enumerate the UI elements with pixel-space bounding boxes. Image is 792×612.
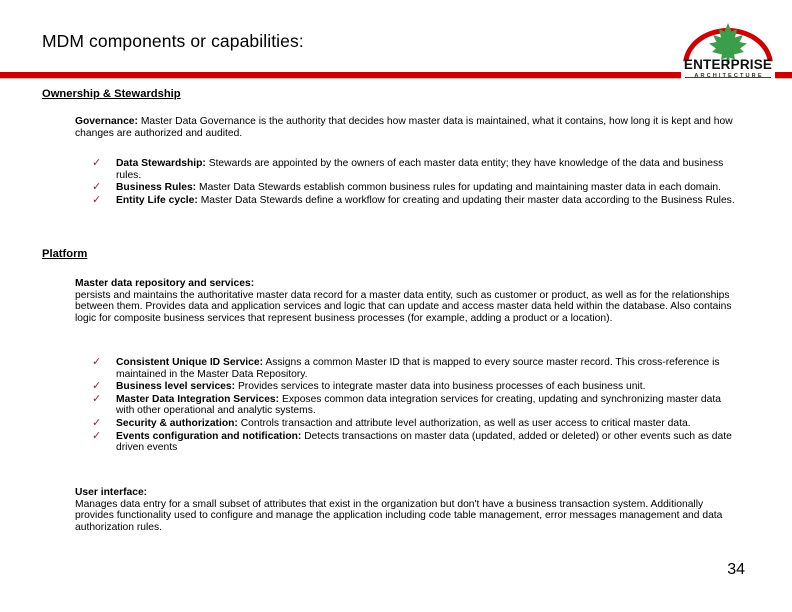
user-interface-lead: User interface: — [75, 487, 148, 498]
list-item: ✓ Events configuration and notification:… — [90, 428, 740, 454]
page-number: 34 — [727, 561, 745, 578]
logo-name: ENTERPRISE — [683, 57, 773, 72]
list-item-text: Controls transaction and attribute level… — [237, 417, 691, 429]
list-item-lead: Events configuration and notification: — [116, 430, 302, 442]
ownership-bullet-list: ✓ Data Stewardship: Stewards are appoint… — [90, 156, 740, 207]
user-interface-body: Manages data entry for a small subset of… — [75, 498, 723, 533]
list-item: ✓ Business Rules: Master Data Stewards e… — [90, 180, 740, 194]
enterprise-architecture-logo: ENTERPRISE ARCHITECTURE — [681, 18, 775, 80]
list-item-text: Master Data Stewards define a workflow f… — [197, 194, 735, 206]
page-title: MDM components or capabilities: — [42, 31, 304, 51]
header-divider-shadow — [0, 78, 792, 79]
list-item-lead: Consistent Unique ID Service: — [116, 357, 264, 368]
list-item-lead: Master Data Integration Services: — [116, 393, 280, 405]
governance-body: Master Data Governance is the authority … — [75, 116, 733, 139]
list-item-lead: Business level services: — [116, 381, 236, 393]
platform-bullet-list: ✓ Consistent Unique ID Service: Assigns … — [90, 355, 740, 455]
check-icon: ✓ — [92, 415, 102, 429]
check-icon: ✓ — [92, 428, 102, 442]
section-heading-ownership: Ownership & Stewardship — [42, 88, 181, 100]
list-item-text: Master Data Stewards establish common bu… — [196, 182, 721, 194]
repository-body: persists and maintains the authoritative… — [75, 289, 732, 324]
check-icon: ✓ — [92, 180, 102, 194]
list-item: ✓ Entity Life cycle: Master Data Steward… — [90, 192, 740, 207]
check-icon: ✓ — [92, 355, 102, 368]
list-item: ✓ Data Stewardship: Stewards are appoint… — [90, 156, 740, 181]
check-icon: ✓ — [92, 156, 102, 169]
logo-subtitle: ARCHITECTURE — [694, 73, 764, 79]
list-item-text: Stewards are appointed by the owners of … — [116, 158, 724, 181]
check-icon: ✓ — [92, 379, 102, 393]
list-item-text: Provides services to integrate master da… — [235, 381, 646, 393]
list-item-lead: Entity Life cycle: — [116, 194, 198, 206]
section-heading-platform: Platform — [42, 248, 88, 260]
list-item-lead: Data Stewardship: — [116, 158, 206, 169]
repository-paragraph: Master data repository and services: per… — [75, 278, 739, 324]
list-item: ✓ Security & authorization: Controls tra… — [90, 415, 740, 430]
check-icon: ✓ — [92, 192, 102, 206]
list-item: ✓ Business level services: Provides serv… — [90, 379, 740, 393]
list-item: ✓ Consistent Unique ID Service: Assigns … — [90, 355, 740, 380]
repository-lead: Master data repository and services: — [75, 278, 255, 289]
list-item-lead: Security & authorization: — [116, 417, 238, 429]
user-interface-paragraph: User interface: Manages data entry for a… — [75, 487, 739, 533]
check-icon: ✓ — [92, 391, 102, 405]
list-item: ✓ Master Data Integration Services: Expo… — [90, 391, 740, 417]
governance-paragraph: Governance: Master Data Governance is th… — [75, 116, 735, 139]
logo-bottom-rule — [685, 77, 771, 78]
governance-lead: Governance: — [75, 116, 138, 127]
list-item-lead: Business Rules: — [116, 182, 197, 194]
